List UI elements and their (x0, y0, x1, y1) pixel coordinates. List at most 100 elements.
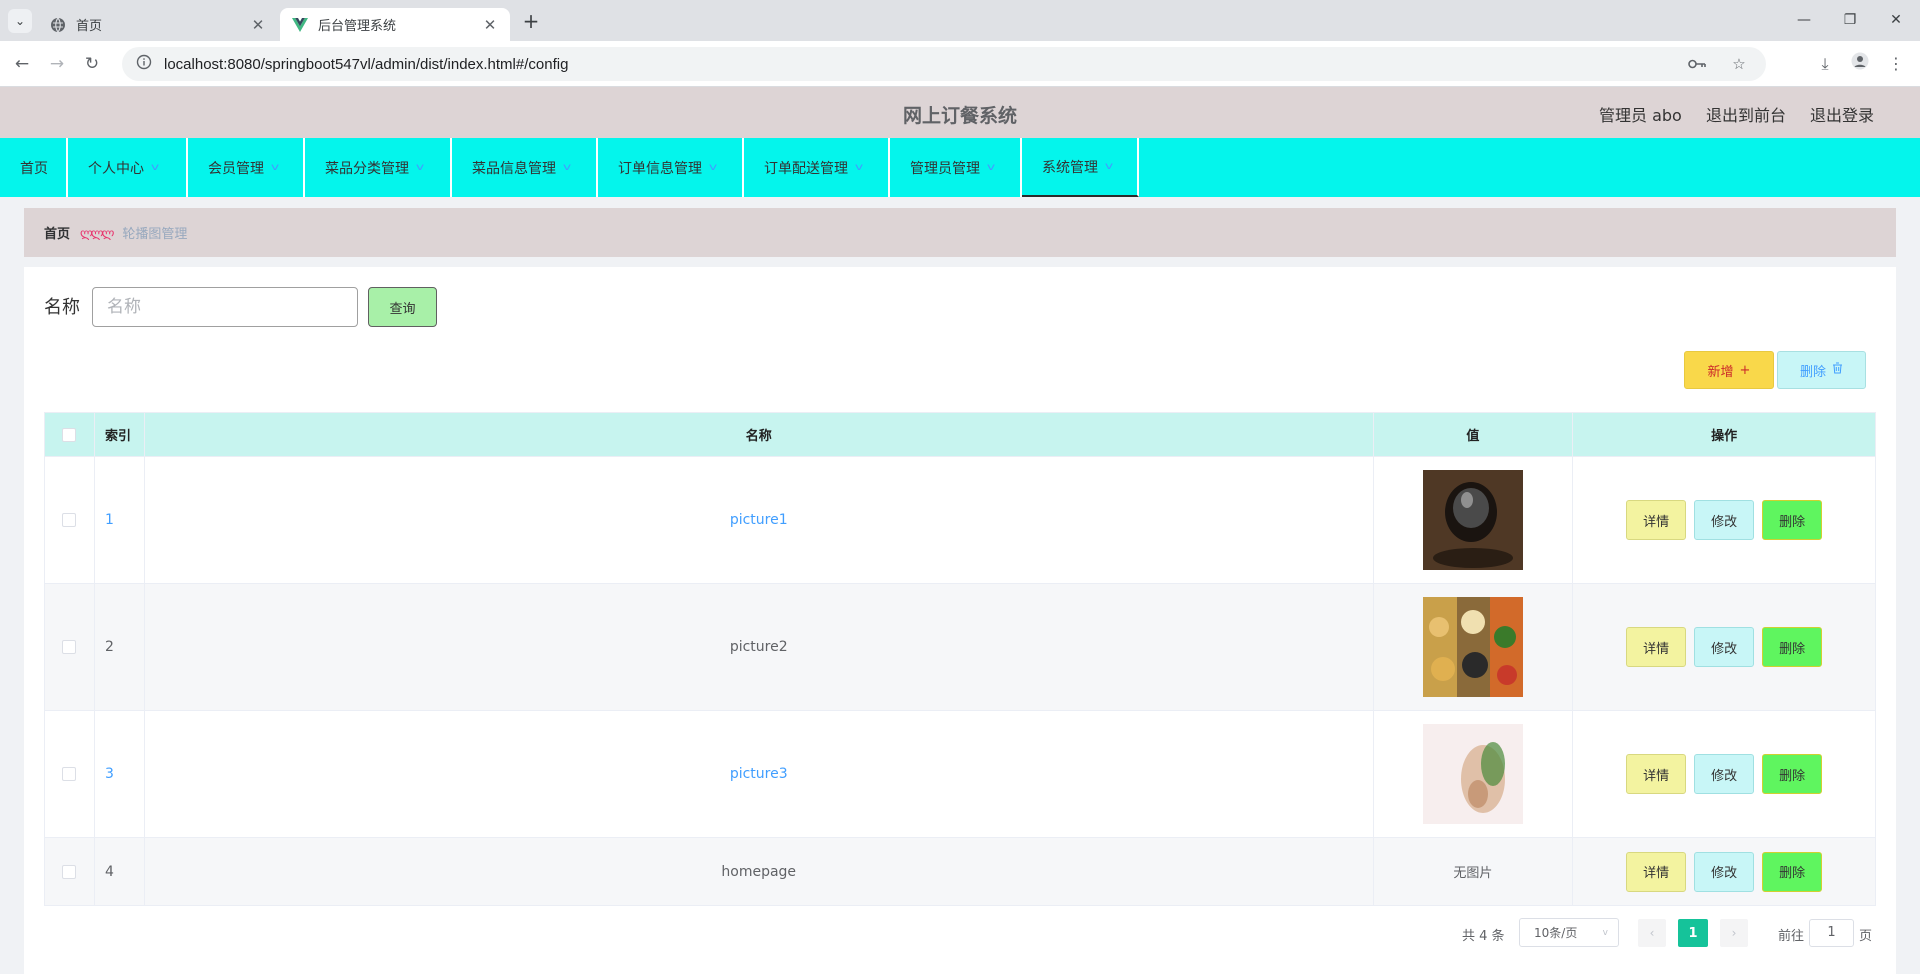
breadcrumb-current: 轮播图管理 (122, 227, 188, 242)
detail-button[interactable]: 详情 (1626, 754, 1687, 794)
chevron-down-icon: v (708, 162, 718, 173)
forward-arrow-icon[interactable]: → (45, 52, 69, 76)
menu-item-label: 个人中心 (88, 160, 144, 177)
menu-item-personal-center[interactable]: 个人中心 v (68, 138, 188, 197)
column-header-index: 索引 (95, 413, 145, 456)
edit-button[interactable]: 修改 (1694, 754, 1755, 794)
breadcrumb-home[interactable]: 首页 (44, 223, 70, 242)
window-close-icon[interactable]: ✕ (1880, 8, 1912, 32)
thumbnail-image[interactable] (1422, 470, 1523, 570)
row-name: picture3 (145, 711, 1374, 837)
column-header-name: 名称 (145, 413, 1374, 456)
chevron-down-icon: v (270, 162, 280, 173)
profile-avatar-icon[interactable] (1848, 52, 1872, 76)
goto-page-input[interactable]: 1 (1809, 919, 1854, 947)
browser-tab-home[interactable]: 首页 ✕ (38, 8, 278, 41)
delete-button[interactable]: 删除 (1762, 851, 1823, 892)
list-panel: 名称 查询 新增 + 删除 索引 名称 值 操作 (24, 267, 1896, 974)
chevron-down-icon: v (1104, 161, 1114, 172)
edit-button[interactable]: 修改 (1694, 627, 1755, 667)
chevron-down-icon: v (562, 162, 572, 173)
tab-title: 首页 (76, 19, 103, 34)
row-actions: 详情 修改 删除 (1573, 838, 1875, 905)
detail-button[interactable]: 详情 (1626, 500, 1687, 540)
no-image-text: 无图片 (1453, 866, 1493, 881)
menu-item-home[interactable]: 首页 (0, 138, 68, 197)
row-name: homepage (145, 838, 1374, 905)
delete-button[interactable]: 删除 (1762, 627, 1823, 667)
plus-icon: + (1739, 362, 1751, 378)
row-value (1374, 584, 1574, 710)
table-header: 索引 名称 值 操作 (45, 413, 1875, 456)
add-button-label: 新增 (1707, 364, 1734, 380)
menu-item-system-management[interactable]: 系统管理 v (1022, 138, 1139, 197)
row-name: picture2 (145, 584, 1374, 710)
page-number-current[interactable]: 1 (1678, 919, 1708, 947)
delete-button[interactable]: 删除 (1762, 500, 1823, 540)
name-search-input[interactable] (92, 287, 358, 327)
goto-unit: 页 (1859, 929, 1873, 944)
tab-search-button[interactable]: ⌄ (8, 9, 32, 33)
password-key-icon[interactable] (1682, 47, 1712, 81)
menu-item-dish-info-management[interactable]: 菜品信息管理 v (452, 138, 598, 197)
minimize-icon[interactable]: — (1788, 8, 1820, 32)
reload-icon[interactable]: ↻ (80, 52, 104, 76)
back-arrow-icon[interactable]: ← (10, 52, 34, 76)
close-icon[interactable]: ✕ (250, 16, 266, 34)
address-bar[interactable]: localhost:8080/springboot547vl/admin/dis… (122, 47, 1766, 81)
row-checkbox[interactable] (62, 767, 77, 781)
globe-icon (50, 17, 66, 33)
page-size-select[interactable]: 10条/页 v (1519, 918, 1619, 947)
browser-toolbar: ← → ↻ localhost:8080/springboot547vl/adm… (0, 41, 1920, 87)
next-page-icon[interactable]: › (1720, 919, 1748, 947)
menu-item-member-management[interactable]: 会员管理 v (188, 138, 305, 197)
menu-item-order-delivery-management[interactable]: 订单配送管理 v (744, 138, 890, 197)
site-info-icon[interactable] (136, 54, 152, 74)
more-menu-icon[interactable]: ⋮ (1884, 52, 1908, 76)
prev-page-icon[interactable]: ‹ (1638, 919, 1666, 947)
menu-item-label: 首页 (20, 160, 48, 177)
row-select-cell (45, 711, 95, 837)
edit-button[interactable]: 修改 (1694, 500, 1755, 540)
delete-button[interactable]: 删除 (1762, 754, 1823, 794)
row-value (1374, 457, 1574, 583)
new-tab-icon[interactable]: + (520, 10, 542, 32)
menu-item-dish-category-management[interactable]: 菜品分类管理 v (305, 138, 452, 197)
restore-icon[interactable]: ❐ (1834, 8, 1866, 32)
thumbnail-image[interactable] (1422, 724, 1523, 824)
row-select-cell (45, 584, 95, 710)
menu-item-label: 订单信息管理 (618, 160, 702, 177)
delete-button-label: 删除 (1799, 364, 1826, 380)
bookmark-star-icon[interactable]: ☆ (1724, 47, 1754, 81)
row-value (1374, 711, 1574, 837)
row-index: 4 (95, 838, 145, 905)
thumbnail-image[interactable] (1422, 597, 1523, 697)
exit-to-front-link[interactable]: 退出到前台 (1706, 102, 1786, 126)
logout-link[interactable]: 退出登录 (1810, 102, 1874, 126)
row-checkbox[interactable] (62, 640, 77, 654)
menu-item-admin-management[interactable]: 管理员管理 v (890, 138, 1022, 197)
add-button[interactable]: 新增 + (1684, 351, 1774, 389)
batch-delete-button[interactable]: 删除 (1777, 351, 1866, 389)
row-index: 1 (95, 457, 145, 583)
edit-button[interactable]: 修改 (1694, 851, 1755, 892)
close-icon[interactable]: ✕ (482, 16, 498, 34)
app-header: 网上订餐系统 管理员 abo 退出到前台 退出登录 (0, 87, 1920, 138)
select-all-checkbox[interactable] (62, 427, 77, 442)
query-button[interactable]: 查询 (368, 287, 437, 327)
chevron-down-icon: v (1602, 927, 1608, 938)
column-header-actions: 操作 (1711, 429, 1738, 444)
browser-tab-admin[interactable]: 后台管理系统 ✕ (280, 8, 510, 41)
download-icon[interactable]: ⤓ (1813, 52, 1837, 76)
row-select-cell (45, 838, 95, 905)
detail-button[interactable]: 详情 (1626, 627, 1687, 667)
page-size-value: 10条/页 (1534, 926, 1578, 940)
menu-item-label: 菜品分类管理 (325, 160, 409, 177)
row-checkbox[interactable] (62, 864, 77, 879)
row-checkbox[interactable] (62, 513, 77, 527)
row-select-cell (45, 457, 95, 583)
detail-button[interactable]: 详情 (1626, 851, 1687, 892)
breadcrumb: 首页 ლლლ 轮播图管理 (24, 208, 1896, 257)
chevron-down-icon: v (150, 162, 160, 173)
menu-item-order-info-management[interactable]: 订单信息管理 v (598, 138, 744, 197)
